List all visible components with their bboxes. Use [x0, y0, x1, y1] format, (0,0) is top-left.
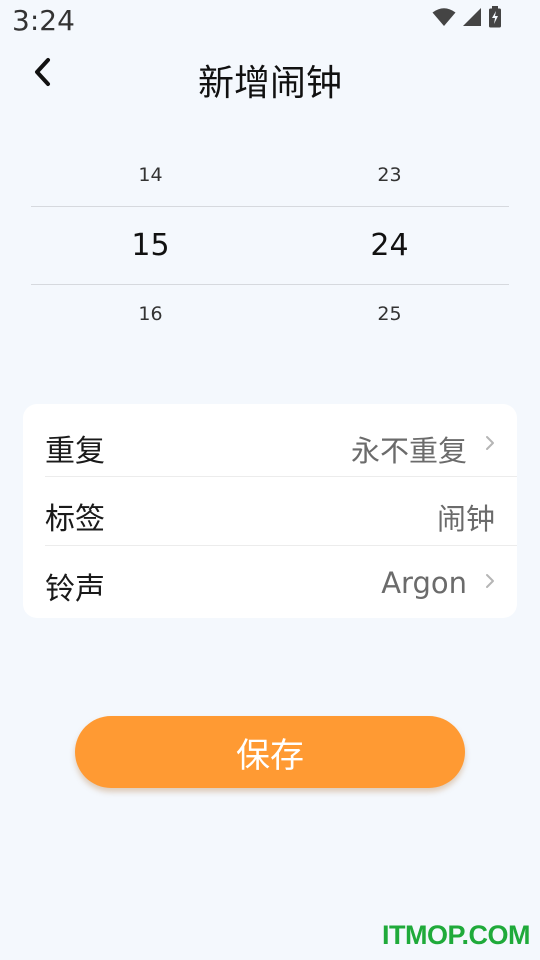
minute-wheel[interactable]: 23 24 25	[270, 150, 509, 340]
header: 新增闹钟	[0, 44, 540, 108]
minute-prev[interactable]: 23	[270, 164, 509, 186]
tag-label: 标签	[45, 502, 105, 537]
minute-next[interactable]: 25	[270, 303, 509, 325]
chevron-right-icon	[483, 572, 497, 590]
status-bar: 3:24	[0, 0, 540, 44]
hour-prev[interactable]: 14	[31, 164, 270, 186]
hour-wheel[interactable]: 14 15 16	[31, 150, 270, 340]
repeat-row[interactable]: 重复 永不重复	[23, 408, 517, 478]
watermark: ITMOP.COM	[381, 920, 531, 950]
cellular-signal-icon	[462, 7, 482, 31]
settings-card: 重复 永不重复 标签 闹钟 铃声 Argon	[23, 404, 517, 618]
hour-next[interactable]: 16	[31, 303, 270, 325]
time-picker[interactable]: 14 15 16 23 24 25	[31, 150, 509, 340]
status-icons	[432, 6, 502, 32]
repeat-value: 永不重复	[350, 434, 467, 468]
save-button[interactable]: 保存	[75, 716, 465, 788]
wifi-icon	[432, 7, 456, 31]
status-time: 3:24	[12, 4, 75, 37]
tag-value[interactable]: 闹钟	[437, 496, 495, 538]
minute-selected[interactable]: 24	[270, 228, 509, 263]
ringtone-row[interactable]: 铃声 Argon	[23, 546, 517, 616]
chevron-right-icon	[483, 434, 497, 452]
tag-row[interactable]: 标签 闹钟	[23, 476, 517, 546]
repeat-label: 重复	[45, 434, 105, 469]
ringtone-value: Argon	[381, 566, 467, 600]
ringtone-label: 铃声	[45, 572, 105, 607]
hour-selected[interactable]: 15	[31, 228, 270, 263]
page-title: 新增闹钟	[197, 63, 342, 104]
battery-charging-icon	[488, 6, 502, 32]
